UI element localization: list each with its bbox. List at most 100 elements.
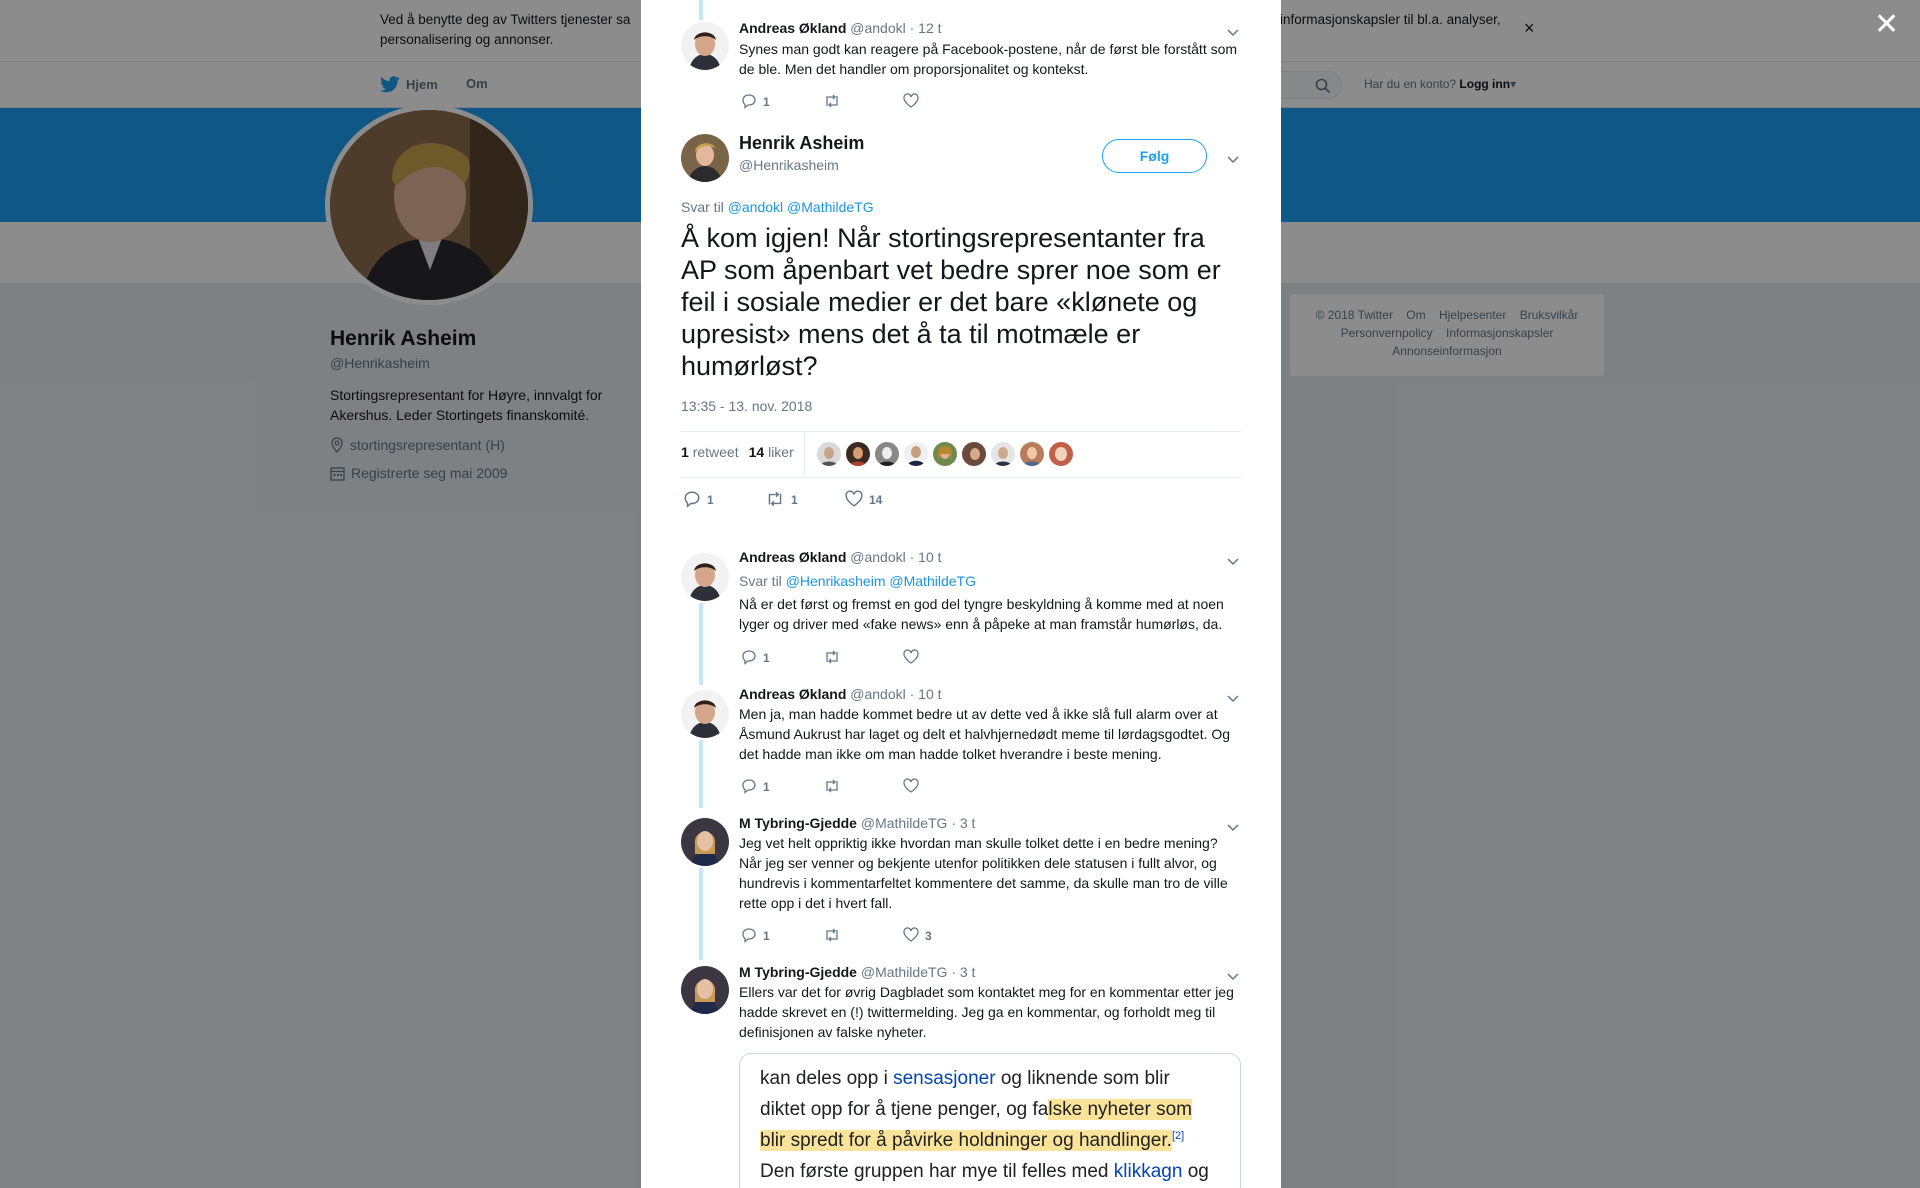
reply-count: 1 — [763, 651, 770, 665]
main-tweet-text: Å kom igjen! Når stortingsrepresentanter… — [681, 223, 1221, 381]
heart-icon — [903, 93, 919, 111]
embed-text-line: blir spredt for å påvirke holdninger og … — [760, 1130, 1184, 1152]
tweet-author-handle[interactable]: @MathildeTG — [861, 964, 948, 980]
liker-avatar[interactable] — [991, 442, 1015, 466]
heart-icon — [903, 649, 919, 667]
liker-avatar[interactable] — [875, 442, 899, 466]
main-tweet-author-handle[interactable]: @Henrikasheim — [739, 157, 839, 173]
embed-text: Den første gruppen har mye til felles me… — [760, 1161, 1114, 1182]
tweet-author-name[interactable]: Andreas Økland — [739, 549, 846, 565]
retweet-button[interactable] — [823, 927, 903, 946]
chevron-down-icon[interactable] — [1227, 151, 1239, 169]
liker-avatar[interactable] — [1020, 442, 1044, 466]
reply-count: 1 — [763, 929, 770, 943]
tweet-actions: 1 — [741, 93, 919, 111]
reply-button[interactable]: 1 — [741, 927, 823, 946]
tweet-text: Ellers var det for øvrig Dagbladet som k… — [739, 984, 1234, 1040]
liker-avatar[interactable] — [817, 442, 841, 466]
mention-link[interactable]: @MathildeTG — [889, 573, 976, 589]
embed-text: og liknende som blir — [995, 1068, 1170, 1089]
like-button[interactable] — [903, 649, 919, 667]
like-button[interactable] — [903, 93, 919, 111]
main-tweet-author-name[interactable]: Henrik Asheim — [739, 133, 864, 154]
tweet-header: Andreas Økland @andokl · 12 t — [739, 20, 942, 36]
retweet-button[interactable]: 1 — [765, 490, 845, 511]
reply-button[interactable]: 1 — [741, 778, 823, 797]
retweets-stat[interactable]: 1 retweet — [681, 444, 739, 460]
tweet-author-handle[interactable]: @MathildeTG — [861, 815, 948, 831]
reply-button[interactable]: 1 — [741, 93, 823, 112]
retweet-icon — [823, 649, 841, 668]
retweet-icon — [823, 927, 841, 946]
tweet-stats: 1 retweet 14 liker — [681, 444, 794, 460]
main-tweet-avatar[interactable] — [681, 134, 729, 182]
embed-text-line: diktet opp for å tjene penger, og falske… — [760, 1099, 1193, 1121]
tweet-author-name[interactable]: M Tybring-Gjedde — [739, 815, 857, 831]
tweet-actions: 1 — [741, 649, 919, 667]
reply-icon — [741, 649, 757, 668]
tweet-author-handle[interactable]: @andokl — [850, 549, 905, 565]
reply-prefix: Svar til — [739, 573, 782, 589]
tweet-time[interactable]: · 10 t — [910, 686, 942, 702]
retweet-button[interactable] — [823, 649, 903, 668]
tweet-text: Synes man godt kan reagere på Facebook-p… — [739, 41, 1238, 77]
tweet-author-name[interactable]: M Tybring-Gjedde — [739, 964, 857, 980]
avatar[interactable] — [681, 22, 729, 70]
avatar[interactable] — [681, 966, 729, 1014]
tweet-author-name[interactable]: Andreas Økland — [739, 20, 846, 36]
reply-button[interactable]: 1 — [741, 649, 823, 668]
tweet-author-handle[interactable]: @andokl — [850, 686, 905, 702]
liker-avatar[interactable] — [904, 442, 928, 466]
reply-icon — [741, 778, 757, 797]
heart-icon — [903, 778, 919, 796]
like-count: 14 — [869, 493, 883, 507]
mention-link[interactable]: @andokl — [728, 199, 783, 215]
main-tweet-actions: 1 1 14 — [683, 490, 882, 511]
follow-button[interactable]: Følg — [1102, 139, 1207, 173]
like-count: 3 — [925, 929, 932, 943]
embed-footnote: [2] — [1171, 1130, 1185, 1142]
main-tweet-timestamp[interactable]: 13:35 - 13. nov. 2018 — [681, 398, 812, 414]
thread-line — [699, 868, 703, 960]
retweet-button[interactable] — [823, 778, 903, 797]
like-button[interactable]: 14 — [845, 490, 882, 510]
avatar[interactable] — [681, 553, 729, 601]
like-button[interactable] — [903, 778, 919, 796]
liker-avatar[interactable] — [846, 442, 870, 466]
like-button[interactable]: 3 — [903, 927, 932, 945]
mention-link[interactable]: @Henrikasheim — [786, 573, 886, 589]
retweets-label: retweet — [692, 444, 739, 460]
modal-close-icon[interactable]: ✕ — [1874, 10, 1899, 40]
embed-text: og — [1182, 1161, 1209, 1182]
reply-icon — [741, 93, 757, 112]
tweet-time[interactable]: · 3 t — [951, 815, 975, 831]
embed-highlighted-text: blir spredt for å påvirke holdninger og … — [760, 1130, 1172, 1152]
retweet-button[interactable] — [823, 93, 903, 112]
tweet-time[interactable]: · 10 t — [910, 549, 942, 565]
tweet-time[interactable]: · 12 t — [910, 20, 942, 36]
likes-stat[interactable]: 14 liker — [749, 444, 794, 460]
retweet-icon — [823, 93, 841, 112]
tweet-author-name[interactable]: Andreas Økland — [739, 686, 846, 702]
mention-link[interactable]: @MathildeTG — [787, 199, 874, 215]
chevron-down-icon[interactable] — [1227, 553, 1239, 571]
reply-count: 1 — [763, 95, 770, 109]
tweet-header: M Tybring-Gjedde @MathildeTG · 3 t — [739, 964, 975, 980]
heart-icon — [903, 927, 919, 945]
embed-text-line: kan deles opp i sensasjoner og liknende … — [760, 1068, 1170, 1090]
retweet-icon — [765, 490, 785, 511]
reply-button[interactable]: 1 — [683, 490, 765, 511]
avatar[interactable] — [681, 690, 729, 738]
liker-avatar[interactable] — [962, 442, 986, 466]
tweet-time[interactable]: · 3 t — [951, 964, 975, 980]
tweet-text: Jeg vet helt oppriktig ikke hvordan man … — [739, 835, 1228, 911]
reply-icon — [683, 490, 701, 511]
embed-text: diktet opp for å tjene penger, og fa — [760, 1099, 1049, 1120]
liker-avatar[interactable] — [1049, 442, 1073, 466]
embedded-image[interactable]: kan deles opp i sensasjoner og liknende … — [739, 1053, 1241, 1188]
thread-line — [699, 740, 703, 808]
avatar[interactable] — [681, 818, 729, 866]
liker-avatar[interactable] — [933, 442, 957, 466]
tweet-author-handle[interactable]: @andokl — [850, 20, 905, 36]
reply-context: Svar til @andokl @MathildeTG — [681, 199, 874, 215]
